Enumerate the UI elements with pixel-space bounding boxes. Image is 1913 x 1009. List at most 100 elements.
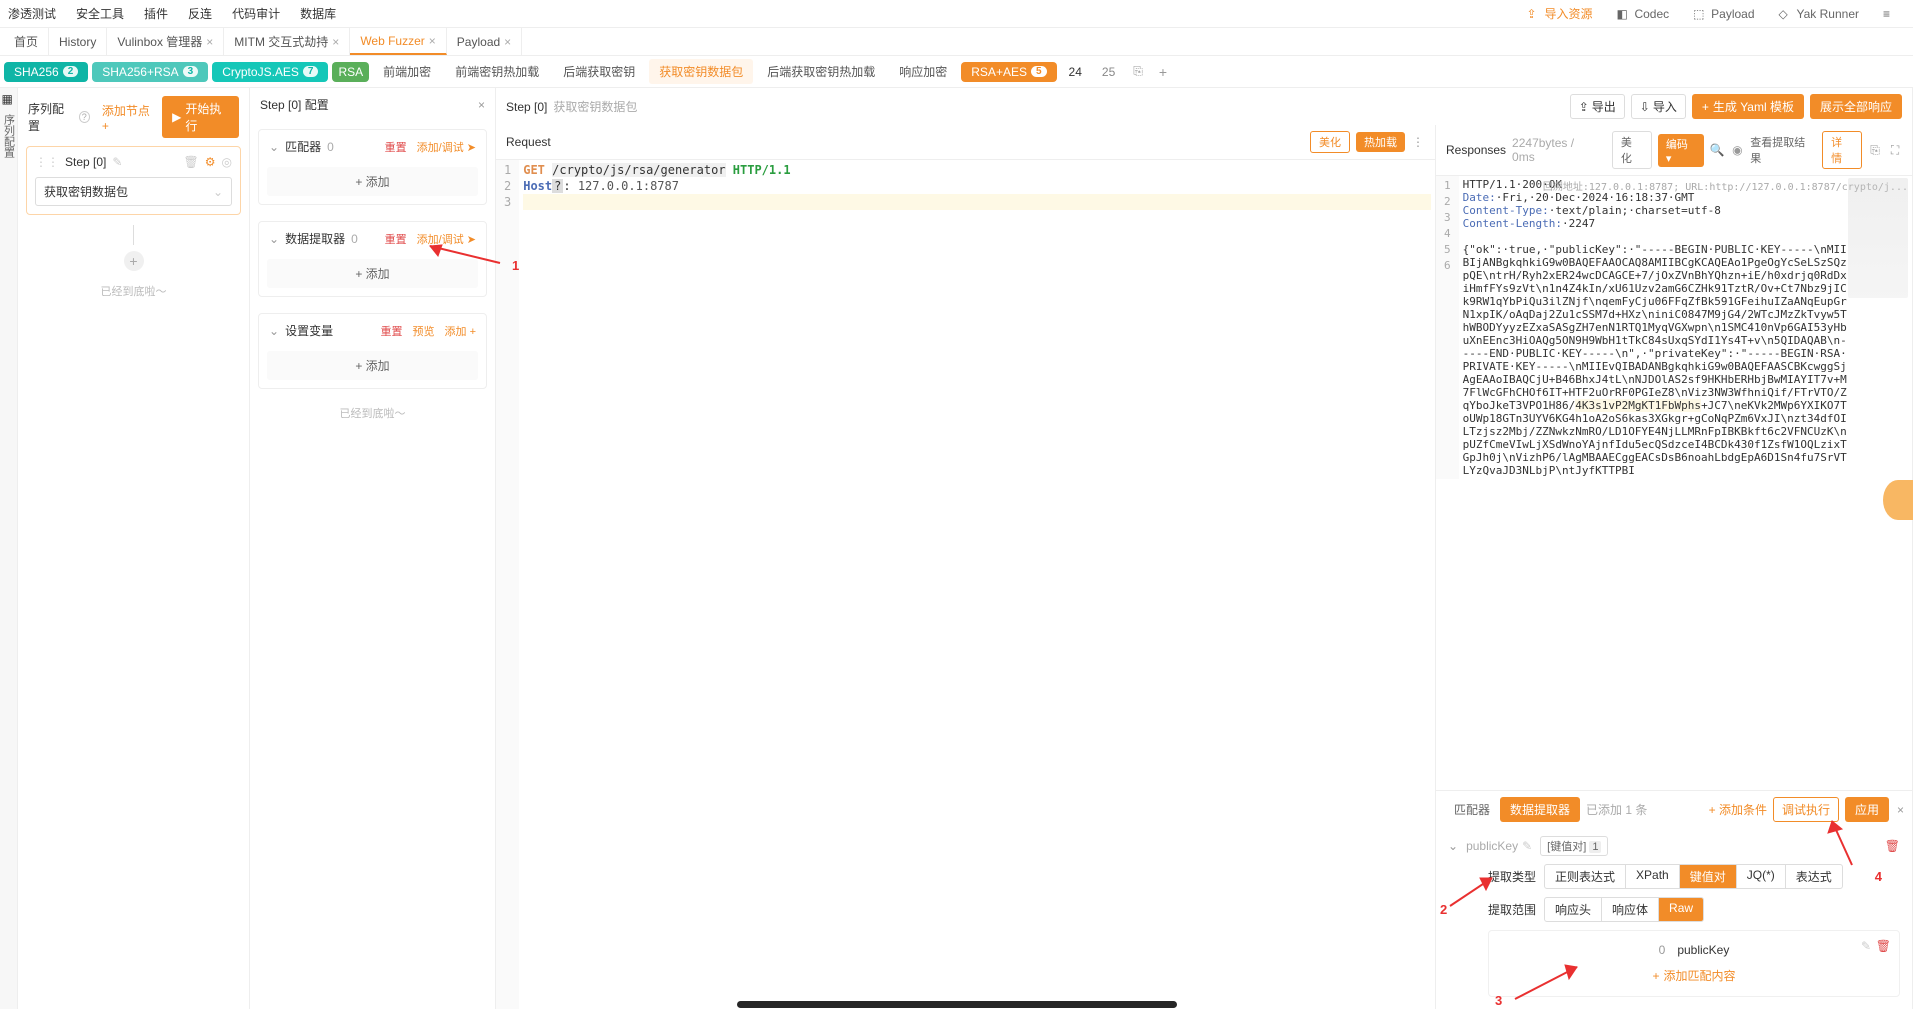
reset-link[interactable]: 重置 (385, 139, 407, 155)
pill-rsa-aes[interactable]: RSA+AES5 (961, 62, 1056, 82)
page-24[interactable]: 24 (1061, 65, 1090, 79)
tab-payload[interactable]: Payload× (447, 28, 522, 55)
close-icon[interactable]: × (206, 35, 213, 49)
menu-security-tools[interactable]: 安全工具 (76, 5, 124, 22)
ptab-response-encrypt[interactable]: 响应加密 (889, 59, 957, 84)
type-xpath[interactable]: XPath (1626, 865, 1680, 888)
chevron-down-icon[interactable]: ⌄ (269, 324, 279, 338)
payload-button[interactable]: Payload (1685, 5, 1762, 23)
reset-link[interactable]: 重置 (381, 323, 403, 339)
close-icon[interactable]: × (429, 34, 436, 48)
add-variable-button[interactable]: 添加 (267, 351, 478, 380)
type-jq[interactable]: JQ(*) (1737, 865, 1786, 888)
step-select[interactable]: 获取密钥数据包 ⌄ (35, 177, 232, 206)
codec-button[interactable]: Codec (1608, 5, 1677, 23)
close-icon[interactable]: × (332, 35, 339, 49)
close-icon[interactable]: × (478, 98, 485, 112)
extract-name[interactable]: publicKey ✎ (1466, 839, 1532, 853)
add-matcher-button[interactable]: 添加 (267, 167, 478, 196)
search-icon[interactable]: 🔍 (1710, 143, 1724, 157)
ptab-frontend-encrypt[interactable]: 前端加密 (373, 59, 441, 84)
add-debug-link[interactable]: 添加/调试 ➤ (417, 139, 476, 155)
preview-link[interactable]: 预览 (413, 323, 435, 339)
start-exec-button[interactable]: ▶开始执行 (162, 96, 239, 138)
chrome-icon[interactable]: ◉ (1730, 143, 1744, 157)
import-button[interactable]: ⇩导入 (1631, 94, 1686, 119)
scrollbar[interactable] (737, 1001, 1177, 1008)
detail-button[interactable]: 详情 (1822, 131, 1862, 169)
etab-extractor[interactable]: 数据提取器 (1500, 797, 1580, 822)
show-all-resp-button[interactable]: 展示全部响应 (1810, 94, 1902, 119)
add-extractor-button[interactable]: 添加 (267, 259, 478, 288)
import-resource-button[interactable]: 导入资源 (1518, 3, 1600, 24)
delete-icon[interactable]: 🗑 (1885, 839, 1900, 853)
close-icon[interactable]: × (504, 35, 511, 49)
chevron-down-icon[interactable]: ⌄ (1448, 839, 1458, 853)
pill-cryptojs-aes[interactable]: CryptoJS.AES7 (212, 62, 328, 82)
reset-link[interactable]: 重置 (385, 231, 407, 247)
encode-button[interactable]: 编码 ▾ (1658, 134, 1705, 167)
add-node-link[interactable]: 添加节点 + (102, 102, 156, 133)
edit-icon[interactable]: ✎ (1861, 939, 1871, 953)
add-match-link[interactable]: + 添加匹配内容 (1501, 967, 1887, 984)
chevron-down-icon[interactable]: ⌄ (269, 140, 279, 154)
hotload-button[interactable]: 热加载 (1356, 132, 1405, 152)
tab-history[interactable]: History (49, 28, 107, 55)
edit-icon[interactable]: ✎ (112, 155, 122, 169)
beautify-button[interactable]: 美化 (1310, 131, 1350, 153)
collapse-button[interactable] (1875, 5, 1905, 23)
tab-vulinbox[interactable]: Vulinbox 管理器× (107, 28, 224, 55)
export-button[interactable]: ⇪导出 (1570, 94, 1625, 119)
edit-icon[interactable]: ✎ (1522, 839, 1532, 853)
yak-runner-button[interactable]: Yak Runner (1771, 5, 1867, 23)
copy-icon[interactable] (1133, 64, 1143, 79)
menu-database[interactable]: 数据库 (300, 5, 336, 22)
page-25[interactable]: 25 (1094, 65, 1123, 79)
type-regex[interactable]: 正则表达式 (1545, 865, 1626, 888)
type-kv[interactable]: 键值对 (1680, 865, 1737, 888)
menu-reverse[interactable]: 反连 (188, 5, 212, 22)
delete-icon[interactable]: 🗑 (184, 155, 199, 169)
rail-label[interactable]: 序列配置 (1, 110, 17, 162)
ptab-get-key-packet[interactable]: 获取密钥数据包 (649, 59, 753, 84)
pill-rsa[interactable]: RSA (332, 62, 369, 82)
beautify-resp-button[interactable]: 美化 (1612, 131, 1652, 169)
gear-icon[interactable]: ⚙ (205, 155, 216, 169)
ptab-frontend-key-hotload[interactable]: 前端密钥热加载 (445, 59, 549, 84)
add-debug-link[interactable]: 添加/调试 ➤ (417, 231, 476, 247)
ptab-backend-get-key[interactable]: 后端获取密钥 (553, 59, 645, 84)
target-icon[interactable]: ◎ (222, 155, 232, 169)
minimap[interactable] (1848, 178, 1908, 298)
response-body[interactable]: 回溯地址:127.0.0.1:8787; URL:http://127.0.0.… (1436, 176, 1912, 790)
pill-sha256[interactable]: SHA2562 (4, 62, 88, 82)
scope-header[interactable]: 响应头 (1545, 898, 1602, 921)
menu-plugins[interactable]: 插件 (144, 5, 168, 22)
tab-home[interactable]: 首页 (4, 28, 49, 55)
gen-yaml-button[interactable]: +生成 Yaml 模板 (1692, 94, 1804, 119)
help-icon[interactable]: ? (79, 111, 90, 123)
request-editor[interactable]: 123 GET /crypto/js/rsa/generator HTTP/1.… (496, 160, 1435, 1009)
menu-icon[interactable]: ⋮ (1411, 135, 1425, 149)
apply-button[interactable]: 应用 (1845, 797, 1889, 822)
ptab-backend-key-hotload[interactable]: 后端获取密钥热加载 (757, 59, 885, 84)
chevron-down-icon[interactable]: ⌄ (269, 232, 279, 246)
type-expr[interactable]: 表达式 (1786, 865, 1842, 888)
scope-body[interactable]: 响应体 (1602, 898, 1659, 921)
add-condition-link[interactable]: + 添加条件 (1709, 801, 1767, 818)
add-tab-icon[interactable] (1159, 64, 1167, 80)
copy-icon[interactable]: ⎘ (1868, 143, 1882, 157)
expand-icon[interactable]: ⛶ (1888, 143, 1902, 157)
etab-matcher[interactable]: 匹配器 (1444, 797, 1500, 822)
rail-qr-icon[interactable]: ▦ (2, 92, 16, 106)
delete-icon[interactable]: 🗑 (1876, 939, 1891, 953)
menu-pentest[interactable]: 渗透测试 (8, 5, 56, 22)
add-step-button[interactable]: + (124, 251, 144, 271)
debug-exec-button[interactable]: 调试执行 (1773, 797, 1839, 822)
mascot-icon[interactable] (1883, 480, 1913, 520)
drag-icon[interactable]: ⋮⋮ (35, 155, 59, 169)
pill-sha256-rsa[interactable]: SHA256+RSA3 (92, 62, 208, 82)
scope-raw[interactable]: Raw (1659, 898, 1703, 921)
close-icon[interactable]: × (1897, 803, 1904, 817)
tab-web-fuzzer[interactable]: Web Fuzzer× (350, 28, 446, 55)
view-result-link[interactable]: 查看提取结果 (1750, 134, 1816, 166)
